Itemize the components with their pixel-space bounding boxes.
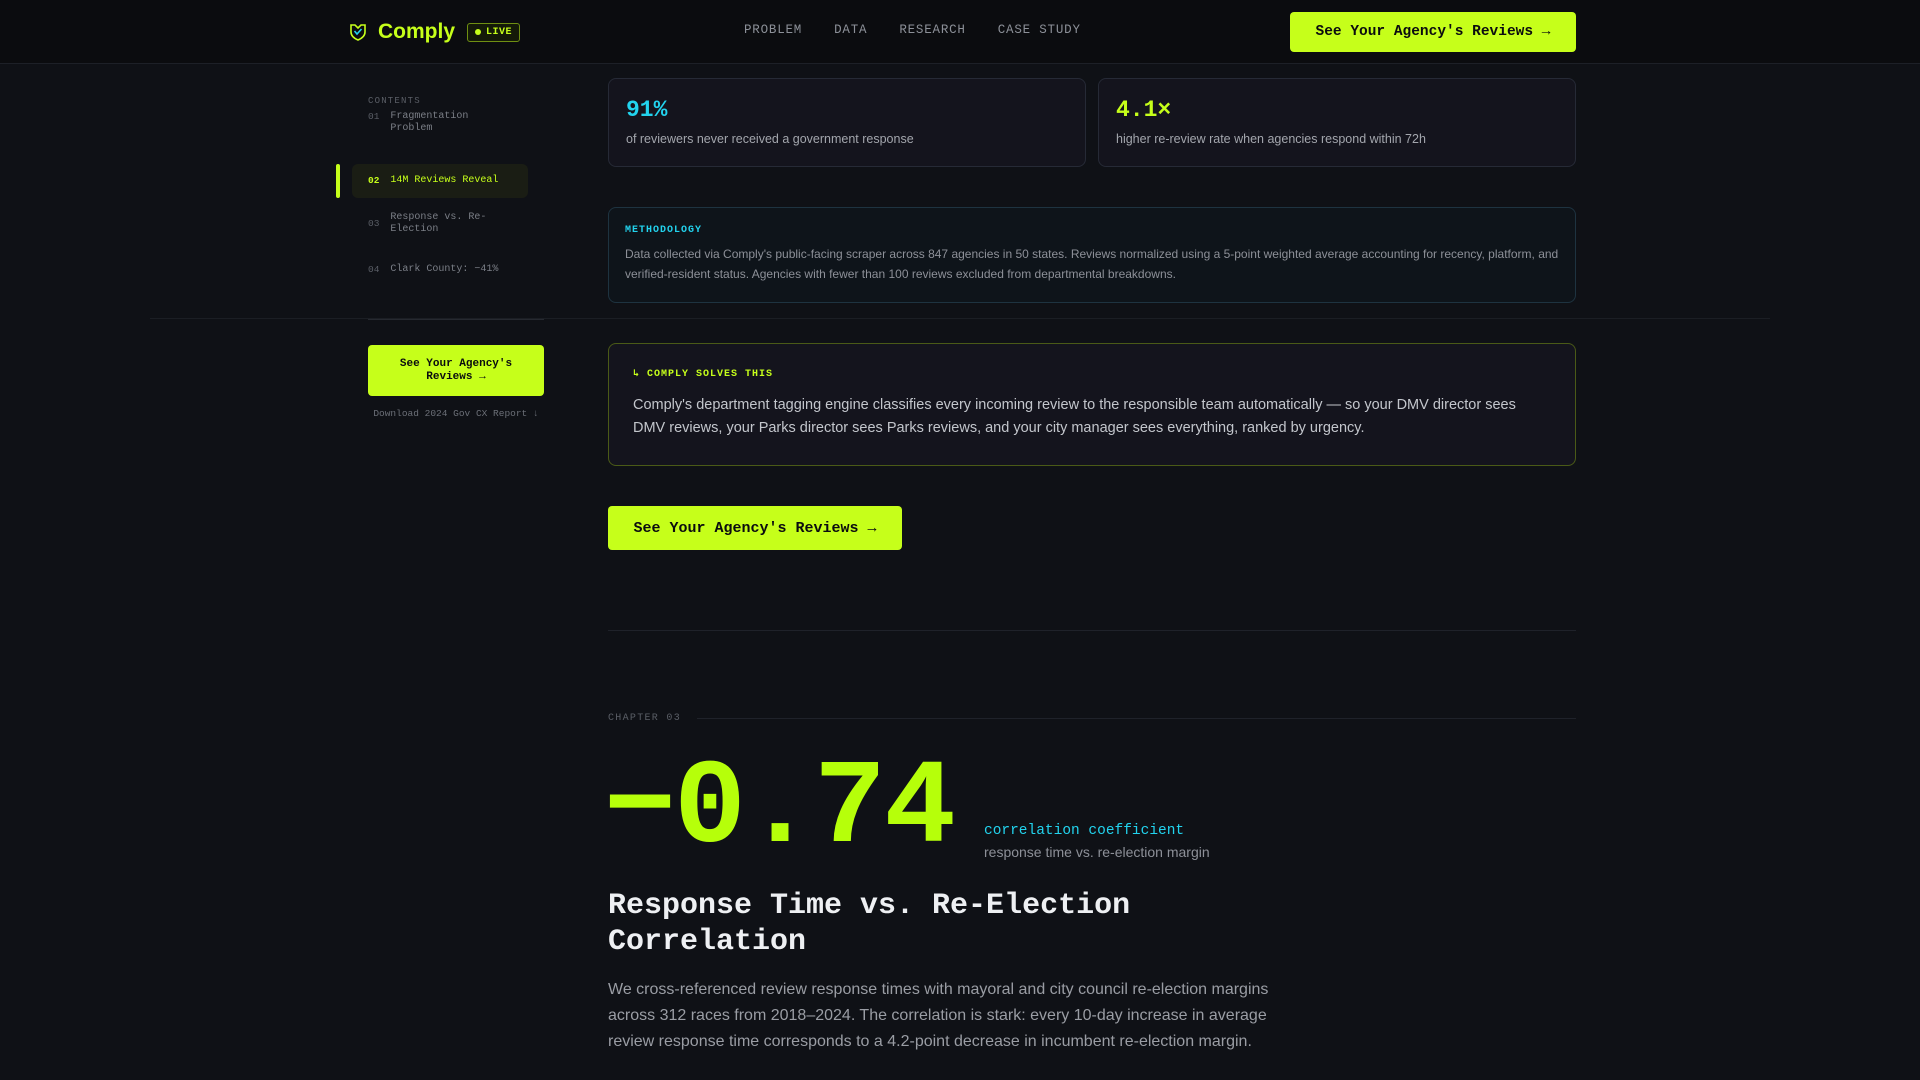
nav-cta-button[interactable]: See Your Agency's Reviews → (1290, 12, 1576, 52)
nav-link-case-study[interactable]: CASE STUDY (998, 23, 1081, 37)
stat-desc: higher re-review rate when agencies resp… (1116, 132, 1426, 146)
brand[interactable]: Comply LIVE (348, 18, 521, 46)
methodology-text: Data collected via Comply's public-facin… (625, 247, 1559, 281)
sidebar-cta-button[interactable]: See Your Agency's Reviews → (368, 345, 544, 396)
solution-title: ↳ COMPLY SOLVES THIS (633, 369, 774, 380)
section-divider (608, 630, 1576, 631)
page-divider (150, 318, 1770, 319)
chapter-label: CHAPTER 03 (608, 712, 682, 724)
live-badge: LIVE (467, 22, 521, 42)
toc-item-label: Fragmentation Problem (390, 111, 469, 134)
nav-link-research[interactable]: RESEARCH (899, 23, 965, 37)
stat-value: 91% (626, 97, 668, 123)
solution-callout: ↳ COMPLY SOLVES THIS Comply's department… (608, 343, 1576, 466)
toc-item-response-reelection[interactable]: 03 Response vs. Re-Election (352, 212, 528, 236)
chapter-rule (697, 717, 1576, 719)
toc-label: CONTENTS (368, 96, 421, 106)
top-nav: Comply LIVE PROBLEM DATA RESEARCH CASE S… (0, 0, 1920, 64)
toc-item-num: 03 (368, 218, 380, 229)
stat-value: 4.1× (1116, 97, 1172, 123)
nav-link-data[interactable]: DATA (834, 23, 867, 37)
toc-item-reviews-reveal[interactable]: 02 14M Reviews Reveal (352, 164, 528, 198)
sidebar-divider (368, 319, 544, 320)
toc-item-label: Clark County: −41% (390, 264, 499, 275)
stat-card-re-review-rate: 4.1× higher re-review rate when agencies… (1098, 78, 1576, 167)
methodology-title: METHODOLOGY (625, 225, 703, 236)
toc-item-num: 02 (368, 175, 380, 186)
section-body: We cross-referenced review response time… (608, 981, 1269, 1050)
coefficient-subtitle: response time vs. re-election margin (984, 844, 1210, 860)
toc-item-fragmentation[interactable]: 01 Fragmentation Problem (352, 111, 528, 135)
shield-icon (348, 22, 368, 42)
stat-desc: of reviewers never received a government… (626, 132, 914, 146)
correlation-value: −0.74 (604, 742, 956, 878)
solution-text: Comply's department tagging engine class… (633, 397, 1516, 436)
toc-active-indicator (336, 164, 340, 198)
methodology-card: METHODOLOGY Data collected via Comply's … (608, 207, 1576, 303)
toc-item-clark-county[interactable]: 04 Clark County: −41% (352, 264, 528, 276)
brand-name: Comply (378, 20, 456, 43)
nav-link-problem[interactable]: PROBLEM (744, 23, 802, 37)
toc-item-num: 04 (368, 264, 380, 275)
main-cta-button[interactable]: See Your Agency's Reviews → (608, 506, 902, 550)
coefficient-label: correlation coefficient (984, 823, 1185, 839)
stat-card-no-response: 91% of reviewers never received a govern… (608, 78, 1086, 167)
toc-item-label: Response vs. Re-Election (390, 212, 487, 235)
section-title: Response Time vs. Re-Election Correlatio… (608, 889, 1131, 959)
live-dot-icon (475, 29, 482, 35)
toc-item-num: 01 (368, 111, 380, 122)
nav-links: PROBLEM DATA RESEARCH CASE STUDY (744, 23, 1081, 37)
toc-item-label: 14M Reviews Reveal (390, 175, 499, 186)
chapter-header: CHAPTER 03 (608, 712, 1576, 724)
live-badge-label: LIVE (486, 26, 513, 38)
download-report-link[interactable]: Download 2024 Gov CX Report ↓ (368, 407, 544, 420)
